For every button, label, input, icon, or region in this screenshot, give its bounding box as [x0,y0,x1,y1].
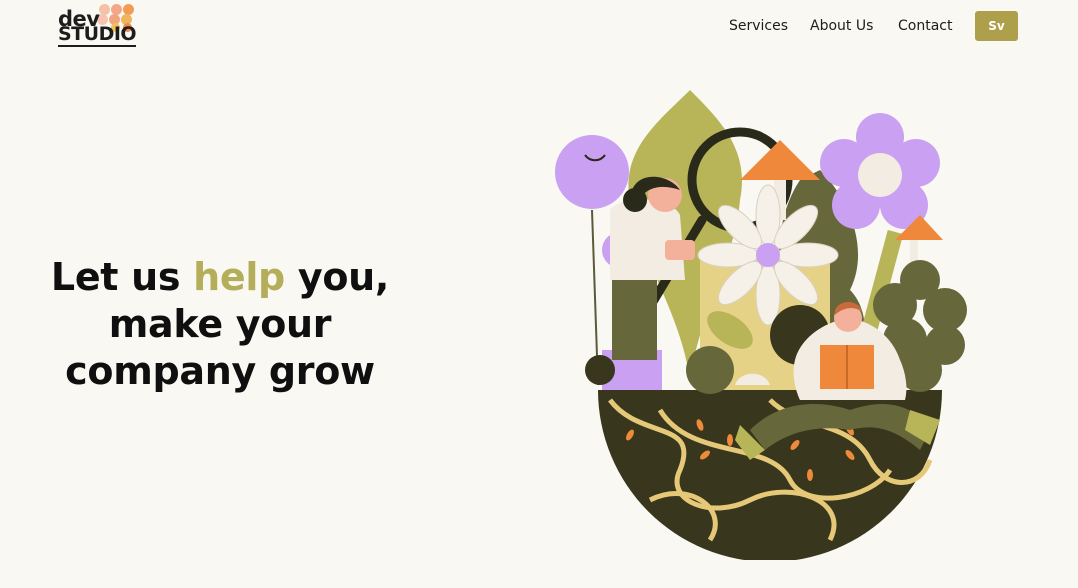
hero-illustration [555,90,967,560]
hero-headline: Let us help you, make your company grow [30,254,410,395]
hero-line-1-before: Let us [50,255,194,299]
nav-services-link[interactable]: Services [729,18,788,34]
language-button[interactable]: Sv [975,11,1018,41]
hero-line-1: Let us help you, [30,254,410,301]
logo-text-studio: STUDIO [58,23,137,47]
hero-line-1-after: you, [284,255,390,299]
logo[interactable]: dev STUDIO [58,4,142,50]
hero-line-2: make your [108,302,332,346]
hero-line-3: company grow [65,349,375,393]
hero-accent-word: help [193,255,285,299]
nav-about-link[interactable]: About Us [810,18,873,34]
nav-contact-link[interactable]: Contact [898,18,952,34]
